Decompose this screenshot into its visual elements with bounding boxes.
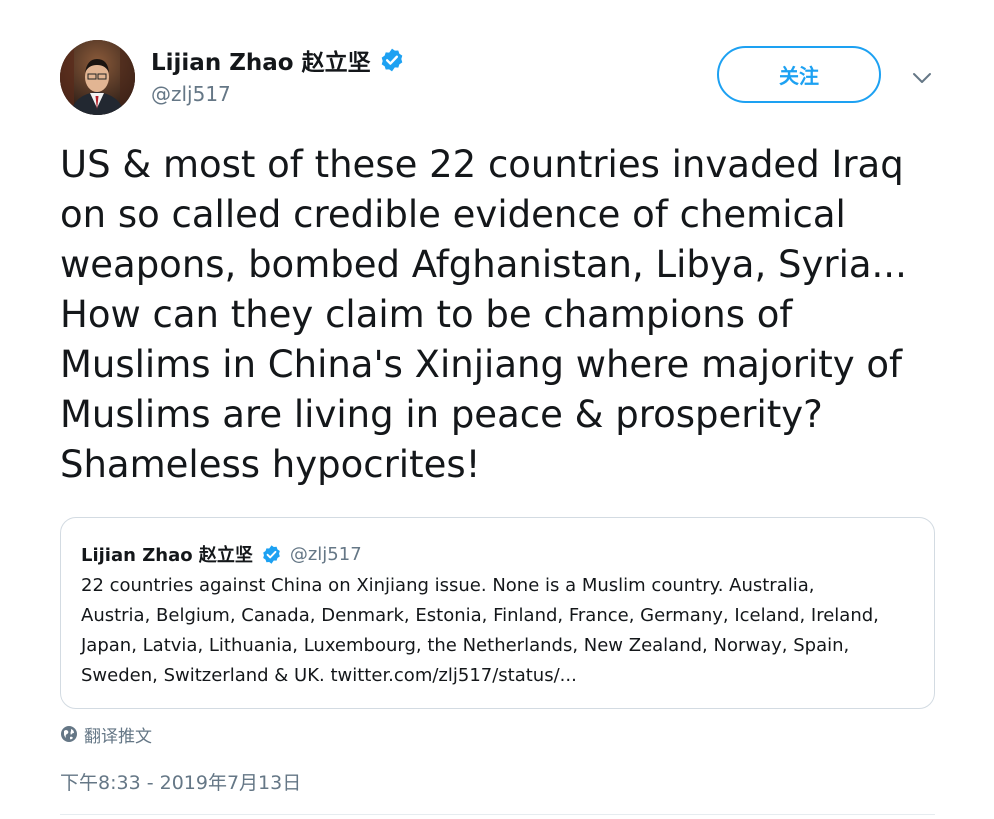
quoted-author-name: Lijian Zhao 赵立坚 (81, 545, 253, 566)
author-name[interactable]: Lijian Zhao 赵立坚 (151, 44, 405, 76)
globe-icon (60, 725, 78, 743)
quoted-author-handle: @zlj517 (289, 543, 362, 565)
quoted-tweet-text: 22 countries against China on Xinjiang i… (81, 575, 879, 686)
avatar-image (60, 40, 135, 115)
avatar[interactable] (60, 40, 135, 115)
author-handle[interactable]: @zlj517 (151, 82, 231, 106)
chevron-down-icon[interactable] (908, 64, 936, 92)
verified-badge-icon (261, 544, 282, 565)
follow-button[interactable]: 关注 (717, 46, 881, 103)
verified-badge-icon (379, 47, 405, 73)
divider (60, 814, 935, 815)
quoted-tweet-header: Lijian Zhao 赵立坚 @zlj517 (81, 540, 362, 568)
translate-label: 翻译推文 (84, 726, 152, 747)
tweet-timestamp[interactable]: 下午8:33 - 2019年7月13日 (60, 768, 301, 795)
author-name-text: Lijian Zhao 赵立坚 (151, 50, 371, 76)
translate-tweet-link[interactable]: 翻译推文 (60, 722, 152, 747)
tweet-detail: Lijian Zhao 赵立坚 @zlj517 关注 US & most of … (0, 0, 994, 819)
quoted-tweet[interactable]: Lijian Zhao 赵立坚 @zlj517 22 countries aga… (60, 517, 935, 709)
tweet-text: US & most of these 22 countries invaded … (60, 143, 907, 486)
